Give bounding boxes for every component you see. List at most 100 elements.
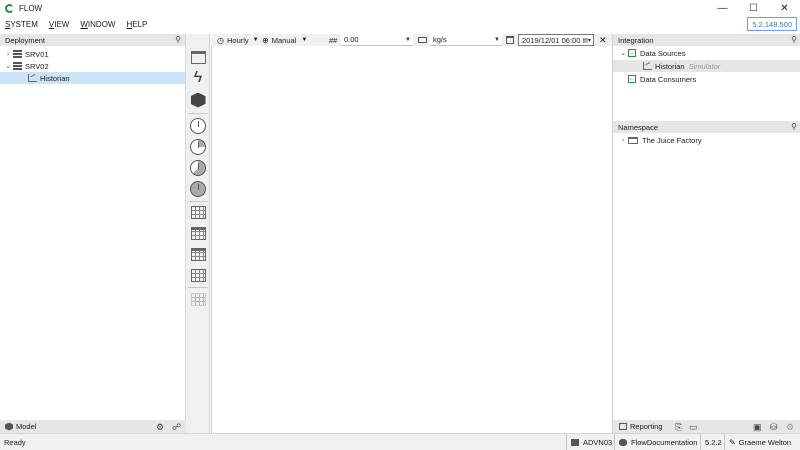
table-icon xyxy=(190,247,206,261)
clock-full-icon xyxy=(190,181,206,197)
menu-view[interactable]: VIEW xyxy=(49,20,69,29)
tool-table[interactable] xyxy=(189,203,207,221)
close-button[interactable]: ✕ xyxy=(769,0,800,17)
tool-table-3[interactable] xyxy=(189,266,207,284)
tool-table-header[interactable] xyxy=(189,224,207,242)
minimize-button[interactable]: — xyxy=(707,0,738,17)
tool-clock-full[interactable] xyxy=(189,180,207,198)
clock-icon: ◷ xyxy=(217,35,224,45)
tree-item-label: SRV02 xyxy=(25,61,49,71)
table-icon xyxy=(190,205,206,219)
server-name: ADVN03 xyxy=(583,437,613,447)
flow-logo-icon xyxy=(5,4,14,13)
tool-separator xyxy=(188,113,208,114)
tree-item-label: The Juice Factory xyxy=(642,135,702,145)
version-label: 5.2.148.500 xyxy=(747,17,797,31)
view-toolbar: ◷ Hourly ▼ ⊕ Manual ▼ ## 0.00 ▼ kg/s ▼ 2… xyxy=(211,34,612,46)
search-icon[interactable]: ⚲ xyxy=(791,122,797,131)
tree-item-historian[interactable]: Historian xyxy=(0,72,185,84)
database-status[interactable]: FlowDocumentation xyxy=(614,434,697,450)
model-footer: Model ⚙ ☍ xyxy=(0,420,186,433)
tree-item-juice-factory[interactable]: › The Juice Factory xyxy=(618,134,798,146)
settings-gear-icon[interactable]: ⚙ xyxy=(156,422,164,433)
user-group-icon[interactable]: ☍ xyxy=(172,422,181,433)
briefcase-icon[interactable]: ▣ xyxy=(753,422,762,433)
tool-model[interactable] xyxy=(189,91,207,109)
tree-item-srv02[interactable]: ⌄ SRV02 xyxy=(3,60,185,72)
maximize-button[interactable]: ☐ xyxy=(738,0,769,17)
calendar-icon xyxy=(506,34,514,46)
chevron-down-icon[interactable]: ⌄ xyxy=(618,49,628,57)
database-name: FlowDocumentation xyxy=(631,437,698,447)
integration-header: Integration ⚲ xyxy=(613,34,800,46)
status-text: Ready xyxy=(4,437,26,447)
tool-clock-quarter[interactable] xyxy=(189,138,207,156)
unit-text: kg/s xyxy=(433,35,447,44)
chevron-right-icon[interactable]: › xyxy=(3,51,13,58)
title-bar: FLOW — ☐ ✕ xyxy=(0,0,800,17)
table-icon xyxy=(190,292,206,306)
search-icon[interactable]: ⚲ xyxy=(791,35,797,44)
tool-table-2[interactable] xyxy=(189,245,207,263)
clipboard-icon[interactable]: ⎘ xyxy=(675,422,682,433)
window-title: FLOW xyxy=(19,4,43,13)
interval-dropdown[interactable]: ◷ Hourly ▼ xyxy=(217,34,259,46)
settings-gear-icon[interactable]: ⚙ xyxy=(786,422,794,433)
clock-partial-icon xyxy=(190,160,206,176)
reporting-tab-label[interactable]: Reporting xyxy=(630,422,663,431)
user-status[interactable]: ✎ Graeme Welton xyxy=(724,434,791,450)
server-icon xyxy=(13,50,22,58)
tree-item-label: SRV01 xyxy=(25,49,49,59)
tree-item-historian-source[interactable]: Historian Simulator xyxy=(613,60,800,72)
tool-clock-half[interactable] xyxy=(189,159,207,177)
main-canvas[interactable] xyxy=(211,46,612,433)
cube-icon xyxy=(190,92,206,108)
chevron-right-icon[interactable]: › xyxy=(618,137,628,144)
tool-table-disabled[interactable] xyxy=(189,290,207,308)
main-view: ◷ Hourly ▼ ⊕ Manual ▼ ## 0.00 ▼ kg/s ▼ 2… xyxy=(211,34,612,433)
caret-down-icon: ▼ xyxy=(494,36,500,43)
menu-system[interactable]: SYSTEM xyxy=(5,20,38,29)
tool-strip: ϟ xyxy=(186,34,210,433)
calendar-dropdown-icon[interactable]: ▤▾ xyxy=(582,37,591,44)
deployment-pane: Deployment ⚲ › SRV01 ⌄ SRV02 Historian M… xyxy=(0,34,186,433)
menu-window[interactable]: WINDOW xyxy=(80,20,115,29)
mode-dropdown[interactable]: ⊕ Manual ▼ xyxy=(262,34,307,46)
lightning-icon: ϟ xyxy=(193,69,203,86)
table-icon xyxy=(190,268,206,282)
search-icon[interactable]: ⚲ xyxy=(175,35,181,44)
window-icon xyxy=(190,50,206,64)
units-icon xyxy=(418,34,427,46)
status-bar: Ready ADVN03 FlowDocumentation 5.2.2 ✎ G… xyxy=(0,433,800,450)
close-icon[interactable]: ✕ xyxy=(599,34,607,46)
number-format-icon[interactable]: ## xyxy=(329,34,337,46)
tree-item-data-sources[interactable]: ⌄ → Data Sources xyxy=(618,47,798,59)
tree-item-data-consumers[interactable]: ← Data Consumers xyxy=(628,73,798,85)
caret-down-icon: ▼ xyxy=(405,36,411,43)
clock-quarter-icon xyxy=(190,139,206,155)
menu-help[interactable]: HELP xyxy=(126,20,147,29)
reporting-footer: Reporting ⎘ ▭ ▣ ⛁ ⚙ xyxy=(613,420,800,433)
caret-down-icon: ▼ xyxy=(301,37,308,43)
database-icon xyxy=(619,438,627,446)
tool-event[interactable]: ϟ xyxy=(189,69,207,87)
tree-item-label: Data Consumers xyxy=(640,74,697,84)
value-format-dropdown[interactable]: 0.00 ▼ xyxy=(341,34,413,46)
server-status[interactable]: ADVN03 xyxy=(566,434,612,450)
tool-clock-empty[interactable] xyxy=(189,117,207,135)
unit-dropdown[interactable]: kg/s ▼ xyxy=(430,34,502,46)
manual-icon: ⊕ xyxy=(262,35,269,45)
model-tab-label[interactable]: Model xyxy=(16,422,36,431)
comment-icon[interactable]: ▭ xyxy=(689,422,698,433)
data-consumer-icon: ← xyxy=(628,75,636,83)
tree-item-srv01[interactable]: › SRV01 xyxy=(3,48,185,60)
chevron-down-icon[interactable]: ⌄ xyxy=(3,62,13,70)
interval-value: Hourly xyxy=(226,35,249,45)
clock-icon xyxy=(190,118,206,134)
database-icon[interactable]: ⛁ xyxy=(770,422,778,433)
tool-window[interactable] xyxy=(189,48,207,66)
source-type-label: Simulator xyxy=(688,61,721,71)
date-picker[interactable]: 2019/12/01 06:00 ▤▾ xyxy=(518,34,594,46)
model-icon xyxy=(5,422,13,431)
integration-title: Integration xyxy=(618,35,654,45)
